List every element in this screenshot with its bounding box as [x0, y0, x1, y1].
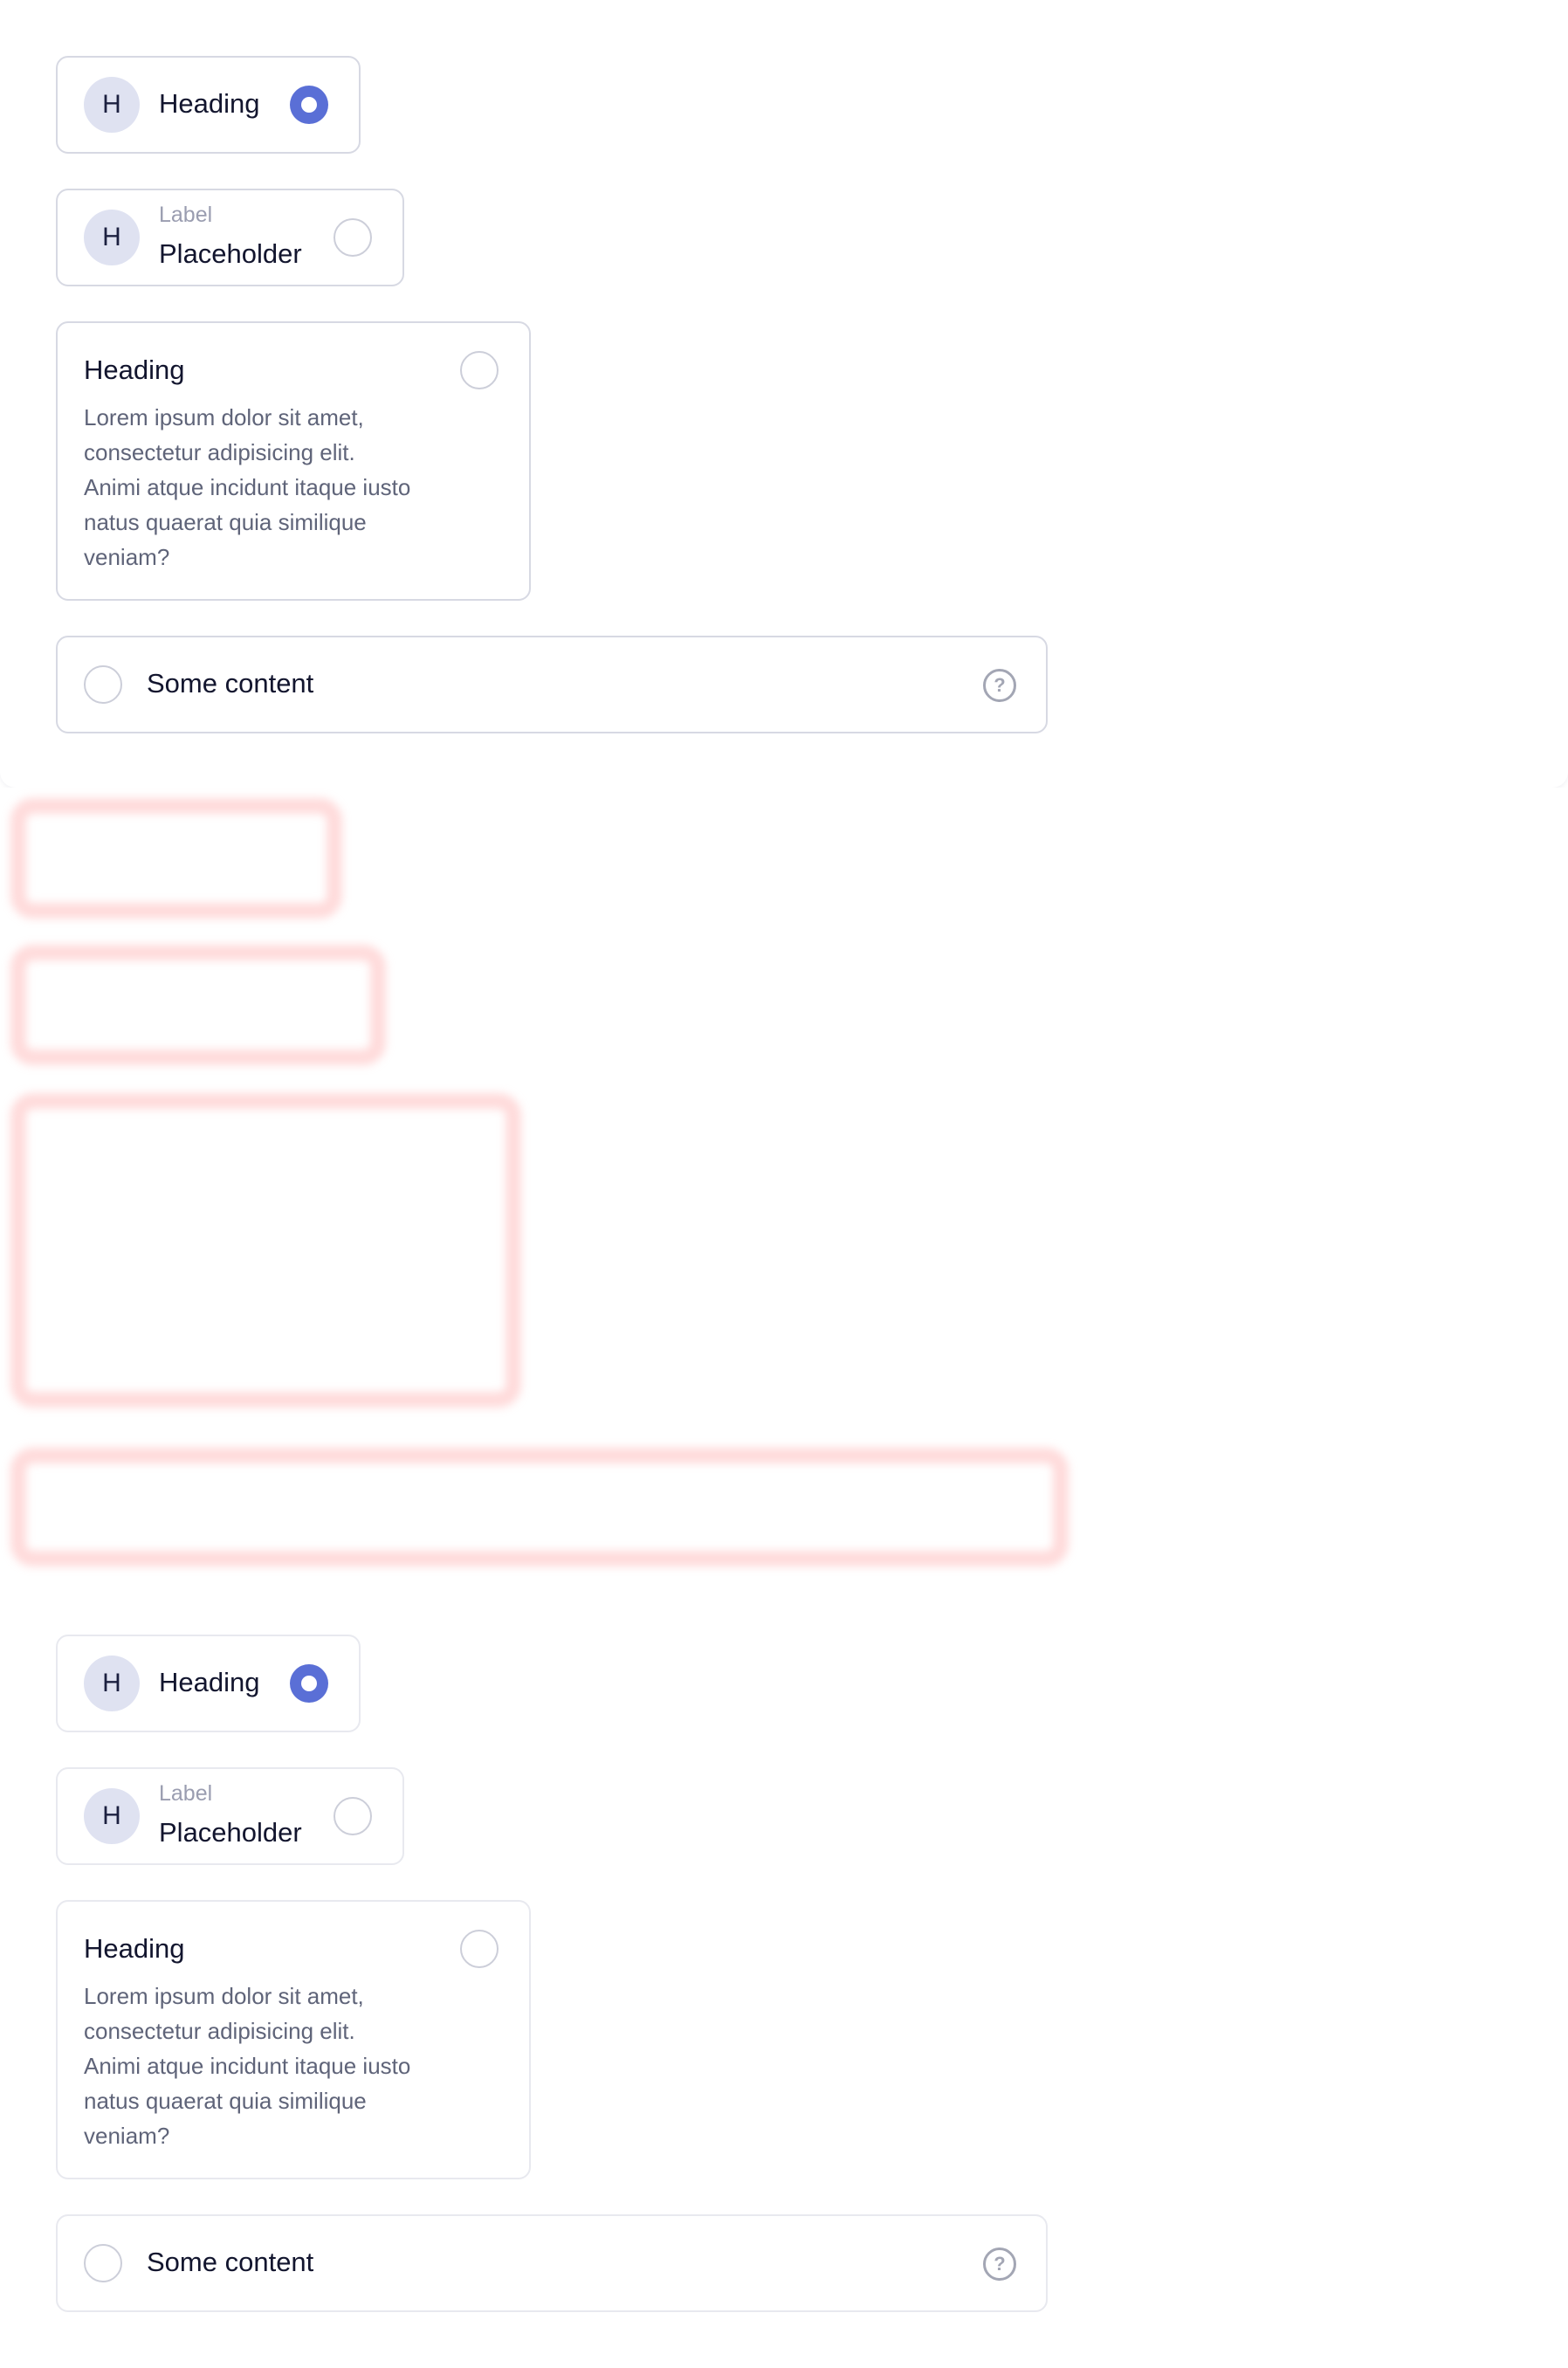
radio-card-panel-default: H Heading H Label Placeholder Heading Lo… [0, 0, 1568, 788]
card-heading: Heading [84, 355, 185, 385]
radio-button[interactable] [84, 2244, 122, 2282]
card-placeholder: Placeholder [159, 238, 302, 269]
label-radio-card[interactable]: H Label Placeholder [56, 1767, 404, 1865]
heading-radio-card[interactable]: H Heading [56, 56, 361, 154]
row-content-text: Some content [147, 2247, 314, 2277]
text-radio-card[interactable]: Heading Lorem ipsum dolor sit amet, cons… [56, 1900, 531, 2179]
help-circle-icon[interactable]: ? [983, 2248, 1016, 2281]
avatar: H [84, 210, 140, 265]
radio-card-panel-light: H Heading H Label Placeholder Heading Lo… [0, 1591, 1568, 2368]
card-heading: Heading [159, 88, 260, 119]
radio-button[interactable] [334, 1797, 372, 1835]
radio-button[interactable] [460, 1930, 499, 1968]
row-content-text: Some content [147, 668, 314, 699]
content-radio-row[interactable]: Some content ? [56, 636, 1048, 733]
radio-button[interactable] [334, 218, 372, 257]
text-radio-card[interactable]: Heading Lorem ipsum dolor sit amet, cons… [56, 321, 531, 601]
content-radio-row[interactable]: Some content ? [56, 2214, 1048, 2312]
card-placeholder: Placeholder [159, 1817, 302, 1848]
focus-ring-text-card [10, 1093, 521, 1408]
heading-radio-card[interactable]: H Heading [56, 1635, 361, 1732]
radio-button-selected[interactable] [290, 86, 328, 124]
card-label: Label [159, 1781, 213, 1806]
focus-ring-heading-card [10, 798, 342, 919]
radio-button-selected[interactable] [290, 1664, 328, 1703]
card-heading: Heading [84, 1933, 185, 1964]
card-description: Lorem ipsum dolor sit amet, consectetur … [84, 1983, 411, 2149]
card-label: Label [159, 203, 213, 227]
avatar: H [84, 1656, 140, 1711]
help-circle-icon[interactable]: ? [983, 669, 1016, 702]
card-description: Lorem ipsum dolor sit amet, consectetur … [84, 404, 411, 570]
avatar: H [84, 77, 140, 133]
focus-ring-label-card [10, 945, 386, 1065]
radio-button[interactable] [460, 351, 499, 389]
radio-button[interactable] [84, 665, 122, 704]
card-heading: Heading [159, 1667, 260, 1697]
radio-card-panel-focus [0, 788, 1568, 1591]
avatar: H [84, 1788, 140, 1844]
focus-ring-content-row [10, 1448, 1069, 1566]
label-radio-card[interactable]: H Label Placeholder [56, 189, 404, 286]
